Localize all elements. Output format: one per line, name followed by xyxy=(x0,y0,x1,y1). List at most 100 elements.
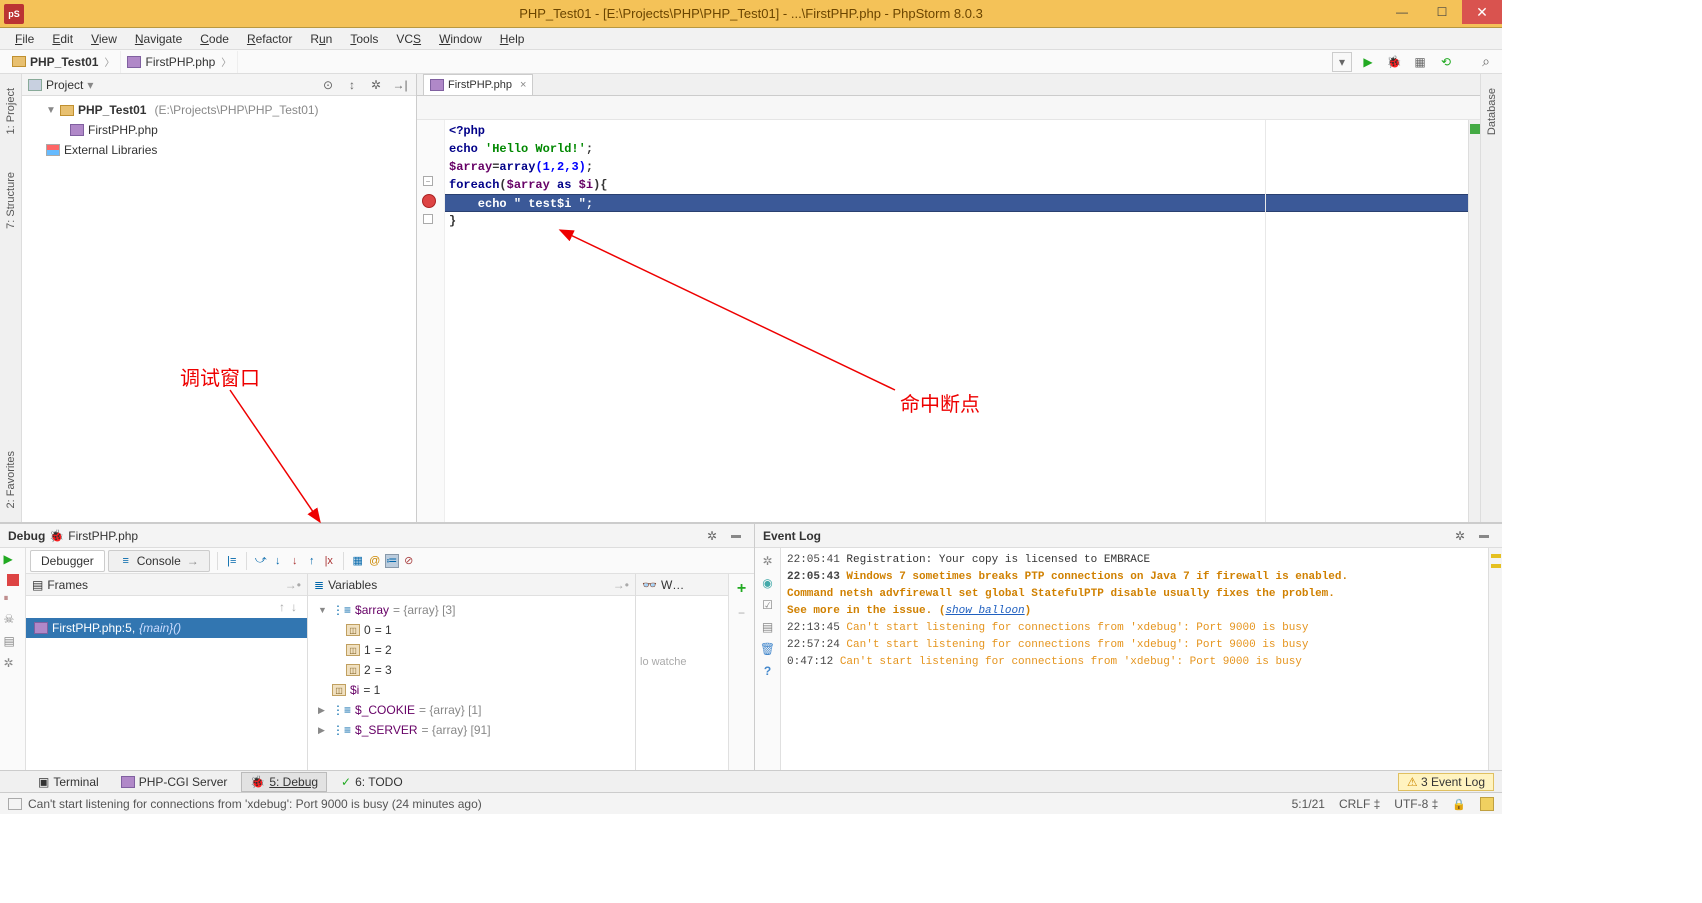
search-everywhere-button[interactable] xyxy=(1476,52,1496,72)
tree-toggle-icon[interactable]: ▶ xyxy=(318,725,328,736)
console-tab[interactable]: ≡Console→ xyxy=(108,550,210,572)
mark-read-icon[interactable]: ☑ xyxy=(762,598,773,612)
tree-file[interactable]: FirstPHP.php xyxy=(22,120,416,140)
gear-icon[interactable] xyxy=(366,75,386,95)
trash-icon[interactable]: 🗑 xyxy=(760,642,775,656)
cursor-position[interactable]: 5:1/21 xyxy=(1292,797,1325,811)
project-tree[interactable]: ▼ PHP_Test01 (E:\Projects\PHP\PHP_Test01… xyxy=(22,96,416,164)
maximize-button[interactable]: ☐ xyxy=(1422,0,1462,24)
debugger-tab[interactable]: Debugger xyxy=(30,550,105,572)
menu-vcs[interactable]: VCS xyxy=(391,30,426,48)
chevron-down-icon[interactable]: ▾ xyxy=(87,78,93,92)
tree-toggle-icon[interactable]: ▶ xyxy=(318,705,328,716)
frame-up-icon[interactable]: ↑ xyxy=(279,600,285,614)
help-icon[interactable]: ? xyxy=(764,664,771,678)
show-balloon-link[interactable]: show balloon xyxy=(945,605,1024,617)
evaluate-expression-icon[interactable]: ▦ xyxy=(351,554,365,568)
menu-tools[interactable]: Tools xyxy=(345,30,383,48)
gear-icon[interactable] xyxy=(702,526,722,546)
run-button[interactable]: ▶ xyxy=(1358,52,1378,72)
minimize-panel-icon[interactable] xyxy=(1474,526,1494,546)
tree-external-libs[interactable]: External Libraries xyxy=(22,140,416,160)
breakpoint-icon[interactable] xyxy=(422,194,436,208)
terminal-tab[interactable]: ▣Terminal xyxy=(30,773,107,791)
minimize-panel-icon[interactable] xyxy=(726,526,746,546)
close-button[interactable]: ✕ xyxy=(1462,0,1502,24)
layout-button[interactable] xyxy=(4,634,22,652)
todo-tab[interactable]: ✓6: TODO xyxy=(333,773,411,791)
pause-button[interactable] xyxy=(4,590,22,608)
menu-edit[interactable]: Edit xyxy=(47,30,78,48)
menu-window[interactable]: Window xyxy=(434,30,487,48)
menu-navigate[interactable]: Navigate xyxy=(130,30,187,48)
mute-breakpoints-icon[interactable]: ⊘ xyxy=(402,554,416,568)
at-icon[interactable]: @ xyxy=(368,554,382,568)
filter-icon[interactable]: ▤ xyxy=(762,620,773,634)
settings-icon[interactable]: ✲ xyxy=(762,554,772,568)
step-over-icon[interactable]: ⤻ xyxy=(254,554,268,568)
settings-button[interactable] xyxy=(4,656,22,674)
run-to-cursor-icon[interactable]: |x xyxy=(322,554,336,568)
step-out-icon[interactable]: ↑ xyxy=(305,554,319,568)
pin-icon[interactable]: →• xyxy=(285,578,301,592)
frame-row[interactable]: FirstPHP.php:5, {main}() xyxy=(26,618,307,638)
editor-tab[interactable]: FirstPHP.php × xyxy=(423,74,533,95)
add-watch-icon[interactable]: + xyxy=(737,580,746,598)
tool-project-tab[interactable]: 1: Project xyxy=(5,84,17,138)
fold-minus-icon[interactable]: − xyxy=(423,176,433,186)
minimize-button[interactable]: — xyxy=(1382,0,1422,24)
menu-refactor[interactable]: Refactor xyxy=(242,30,297,48)
tool-favorites-tab[interactable]: 2: Favorites xyxy=(5,447,17,512)
gear-icon[interactable] xyxy=(1450,526,1470,546)
tool-structure-tab[interactable]: 7: Structure xyxy=(5,168,17,233)
error-stripe[interactable] xyxy=(1468,120,1480,522)
editor-body[interactable]: − <?php echo 'Hello World!'; $array=arra… xyxy=(417,120,1480,522)
hide-panel-icon[interactable]: →| xyxy=(390,75,410,95)
breadcrumb-file[interactable]: FirstPHP.php 〉 xyxy=(121,51,238,73)
resume-button[interactable] xyxy=(4,552,22,570)
menu-run[interactable]: Run xyxy=(305,30,337,48)
menu-help[interactable]: Help xyxy=(495,30,530,48)
stop-listening-button[interactable]: ⟲ xyxy=(1436,52,1456,72)
breakpoint-line[interactable]: echo " test$i "; xyxy=(445,194,1468,212)
collapse-all-icon[interactable]: ⊙ xyxy=(318,75,338,95)
tree-toggle-icon[interactable]: ▼ xyxy=(318,605,328,615)
pin-icon[interactable]: →• xyxy=(613,578,629,592)
status-icon[interactable] xyxy=(8,798,22,810)
scroll-to-source-icon[interactable]: ↕ xyxy=(342,75,362,95)
remove-watch-icon[interactable]: − xyxy=(738,606,745,620)
tree-toggle-icon[interactable]: ▼ xyxy=(46,105,56,116)
lock-icon[interactable] xyxy=(1452,797,1466,811)
close-tab-icon[interactable]: × xyxy=(520,79,526,91)
tool-database-tab[interactable]: Database xyxy=(1486,84,1498,139)
variables-tree[interactable]: ▼⋮≡$array = {array} [3] ◫0 = 1 ◫1 = 2 ◫2… xyxy=(308,596,635,770)
code-area[interactable]: <?php echo 'Hello World!'; $array=array(… xyxy=(445,120,1468,522)
view-breakpoints-icon[interactable]: ≔ xyxy=(385,554,399,568)
eventlog-content[interactable]: 22:05:41 Registration: Your copy is lice… xyxy=(781,548,1488,770)
menu-file[interactable]: File xyxy=(10,30,39,48)
hector-icon[interactable] xyxy=(1480,797,1494,811)
step-into-icon[interactable]: ↓ xyxy=(271,554,285,568)
kill-button[interactable] xyxy=(4,612,22,630)
force-step-into-icon[interactable]: ↓ xyxy=(288,554,302,568)
debug-tool-tab[interactable]: 🐞5: Debug xyxy=(241,772,327,792)
log-time: 22:13:45 xyxy=(787,622,840,634)
balloon-icon[interactable]: ◉ xyxy=(762,576,772,590)
menu-code[interactable]: Code xyxy=(195,30,234,48)
fold-end-icon[interactable] xyxy=(423,214,433,224)
breadcrumb-project[interactable]: PHP_Test01 〉 xyxy=(6,51,121,73)
show-execution-point-icon[interactable]: |≡ xyxy=(225,554,239,568)
run-config-dropdown[interactable]: ▾ xyxy=(1332,52,1352,72)
line-separator[interactable]: CRLF ‡ xyxy=(1339,797,1380,811)
stop-button[interactable] xyxy=(7,574,19,586)
debug-button[interactable]: 🐞 xyxy=(1384,52,1404,72)
frame-down-icon[interactable]: ↓ xyxy=(291,600,297,614)
menu-view[interactable]: View xyxy=(86,30,122,48)
encoding[interactable]: UTF-8 ‡ xyxy=(1394,797,1438,811)
tree-root[interactable]: ▼ PHP_Test01 (E:\Projects\PHP\PHP_Test01… xyxy=(22,100,416,120)
eventlog-tool-tab[interactable]: ⚠ 3 Event Log xyxy=(1398,773,1494,791)
phpcgi-tab[interactable]: PHP-CGI Server xyxy=(113,773,236,791)
editor-gutter[interactable]: − xyxy=(417,120,445,522)
coverage-button[interactable]: ▦ xyxy=(1410,52,1430,72)
int-icon: ◫ xyxy=(346,624,360,636)
